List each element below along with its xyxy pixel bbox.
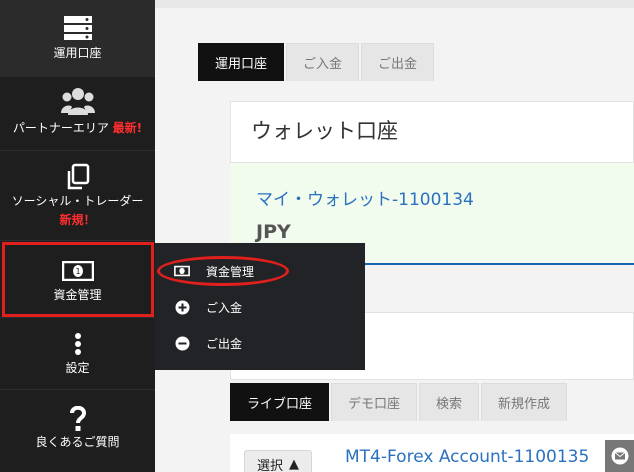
server-icon	[0, 15, 155, 41]
vertical-dots-icon	[0, 332, 155, 356]
select-button[interactable]: 選択 ▲	[244, 450, 313, 472]
tab-create-new[interactable]: 新規作成	[481, 383, 568, 421]
minus-circle-icon	[174, 336, 190, 351]
question-icon	[0, 406, 155, 432]
select-label: 選択	[257, 458, 284, 472]
tab-demo-account[interactable]: デモ口座	[331, 383, 418, 421]
wallet-link[interactable]: マイ・ウォレット-1100134	[256, 185, 474, 210]
sidebar-item-label: 設定	[65, 361, 90, 375]
sidebar-item-social-trader[interactable]: ソーシャル・トレーダー 新規！	[0, 151, 155, 241]
highlight-box	[2, 242, 154, 317]
wallet-card-title: ウォレット口座	[251, 119, 398, 143]
account-tabs: ライブ口座 デモ口座 検索 新規作成	[230, 383, 569, 421]
submenu-item-withdraw[interactable]: ご出金	[155, 328, 365, 358]
sidebar-item-accounts[interactable]: 運用口座	[0, 0, 155, 77]
tab-accounts[interactable]: 運用口座	[198, 43, 285, 81]
sidebar-item-label: 運用口座	[53, 46, 102, 60]
sidebar-item-partner[interactable]: パートナーエリア 最新!	[0, 77, 155, 151]
highlight-oval	[157, 256, 289, 286]
tab-live-account[interactable]: ライブ口座	[230, 383, 330, 421]
submenu-label: ご入金	[206, 300, 243, 315]
account-row: 選択 ▲ MT4-Forex Account-1100135	[230, 434, 634, 472]
top-bar	[155, 0, 634, 8]
plus-circle-icon	[174, 300, 190, 315]
main-area: 運用口座 ご入金 ご出金 ウォレット口座 マイ・ウォレット-1100134 JP…	[155, 0, 634, 472]
submenu-item-deposit[interactable]: ご入金	[155, 292, 365, 322]
caret-up-icon: ▲	[289, 456, 300, 472]
tab-search[interactable]: 検索	[419, 383, 480, 421]
wallet-currency: JPY	[256, 221, 291, 243]
new-badge: 最新!	[112, 121, 143, 135]
sidebar-item-label: パートナーエリア	[12, 121, 109, 135]
sidebar-item-label: 良くあるご質問	[35, 435, 120, 449]
mail-button[interactable]	[605, 440, 634, 472]
envelope-icon	[611, 447, 628, 465]
wallet-card-header: ウォレット口座	[230, 101, 634, 163]
submenu-label: ご出金	[206, 336, 243, 351]
funding-tabs: 運用口座 ご入金 ご出金	[198, 43, 436, 81]
new-badge: 新規！	[59, 213, 96, 227]
account-link[interactable]: MT4-Forex Account-1100135	[345, 447, 589, 467]
copy-icon	[0, 163, 155, 191]
sidebar-item-label: ソーシャル・トレーダー	[11, 194, 144, 208]
tab-deposit[interactable]: ご入金	[286, 43, 360, 81]
sidebar-item-settings[interactable]: 設定	[0, 318, 155, 390]
users-icon	[0, 87, 155, 115]
tab-withdraw[interactable]: ご出金	[361, 43, 435, 81]
sidebar-item-faq[interactable]: 良くあるご質問	[0, 390, 155, 465]
sidebar: 運用口座 パートナーエリア 最新! ソーシャル・トレーダー 新規！ 1 資金管理	[0, 0, 155, 472]
